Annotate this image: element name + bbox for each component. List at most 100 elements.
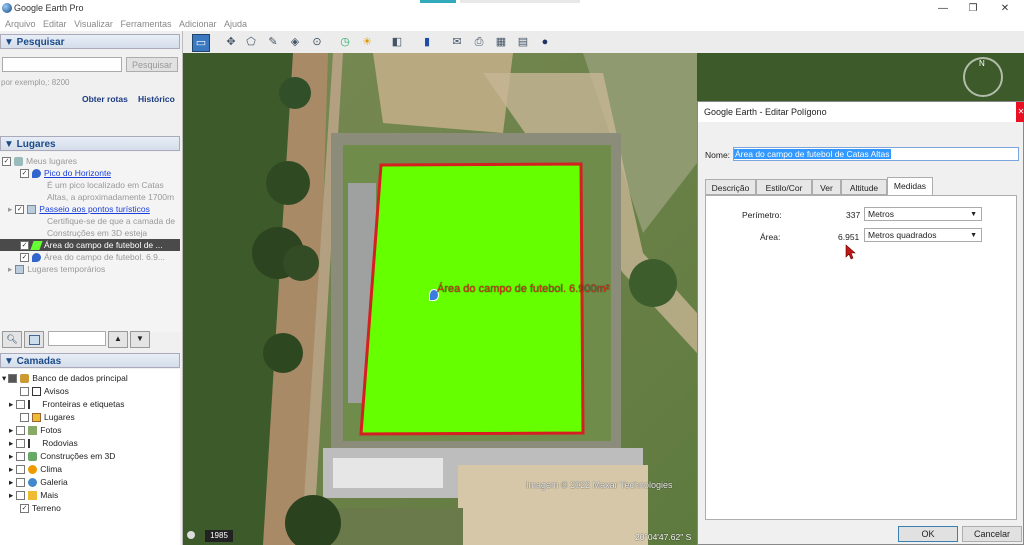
- dialog-title: Google Earth - Editar Polígono: [704, 107, 827, 117]
- tree-item[interactable]: ▸ ✓ Passeio aos pontos turísticos: [8, 203, 150, 215]
- add-placemark-icon[interactable]: ✥: [223, 34, 239, 50]
- map-view[interactable]: Área do campo de futebol. 6.900m² Imagem…: [183, 53, 697, 545]
- cancel-button[interactable]: Cancelar: [962, 526, 1022, 542]
- layer-item[interactable]: Lugares: [20, 411, 75, 423]
- places-filter-input[interactable]: [48, 331, 106, 346]
- checkbox[interactable]: [16, 491, 26, 501]
- save-image-icon[interactable]: ▦: [493, 34, 509, 50]
- map-view-strip[interactable]: N: [697, 53, 1024, 101]
- menu-ajuda[interactable]: Ajuda: [224, 17, 247, 31]
- name-field[interactable]: Área do campo de futebol de Catas Altas: [733, 147, 1019, 161]
- tab-ver[interactable]: Ver: [812, 179, 841, 195]
- expand-icon[interactable]: ▸: [9, 438, 13, 448]
- layer-item[interactable]: ▸ Rodovias: [9, 437, 78, 449]
- layer-item[interactable]: ▸ Clima: [9, 463, 62, 475]
- layer-item[interactable]: Avisos: [20, 385, 69, 397]
- coordinates-readout: 20°04'47.62" S: [635, 532, 692, 542]
- perimeter-unit-select[interactable]: Metros ▼: [864, 207, 982, 221]
- sidebar-toggle-icon[interactable]: ▭: [192, 34, 210, 52]
- history-clock-icon[interactable]: [187, 531, 195, 539]
- earth-globe-icon[interactable]: ●: [537, 34, 553, 50]
- search-places-button[interactable]: 🔍︎: [2, 331, 22, 348]
- panel-toggle-button[interactable]: [24, 331, 44, 348]
- checkbox[interactable]: [16, 452, 26, 462]
- historical-imagery-icon[interactable]: ◷: [337, 34, 353, 50]
- layer-item[interactable]: ▾ Banco de dados principal: [2, 372, 128, 384]
- sunlight-icon[interactable]: ☀: [359, 34, 375, 50]
- layer-item[interactable]: ✓ Terreno: [20, 502, 61, 514]
- expand-icon[interactable]: ▸: [9, 451, 13, 461]
- email-icon[interactable]: ✉: [449, 34, 465, 50]
- add-path-icon[interactable]: ✎: [265, 34, 281, 50]
- ok-button[interactable]: OK: [898, 526, 958, 542]
- checkbox[interactable]: ✓: [20, 241, 29, 251]
- layer-item[interactable]: ▸ Fotos: [9, 424, 62, 436]
- expand-icon[interactable]: ▸: [9, 477, 13, 487]
- view-maps-icon[interactable]: ▤: [515, 34, 531, 50]
- expand-icon[interactable]: ▸: [9, 464, 13, 474]
- tab-descricao[interactable]: Descrição: [705, 179, 756, 195]
- tree-item-selected[interactable]: ✓ Área do campo de futebol de ...: [0, 239, 180, 251]
- layers-header[interactable]: ▼ Camadas: [0, 353, 180, 368]
- get-routes-link[interactable]: Obter rotas: [82, 94, 128, 104]
- tab-estilo-cor[interactable]: Estilo/Cor: [756, 179, 812, 195]
- compass-icon[interactable]: N: [963, 57, 1003, 97]
- checkbox[interactable]: ✓: [20, 253, 29, 263]
- history-link[interactable]: Histórico: [138, 94, 175, 104]
- layer-item[interactable]: ▸ Mais: [9, 489, 58, 501]
- move-up-button[interactable]: ▲: [108, 331, 128, 348]
- menu-bar: Arquivo Editar Visualizar Ferramentas Ad…: [0, 17, 1024, 31]
- add-polygon-icon[interactable]: ⬠: [243, 34, 259, 50]
- minimize-button[interactable]: —: [928, 0, 958, 17]
- expand-icon[interactable]: ▸: [9, 490, 13, 500]
- area-unit-select[interactable]: Metros quadrados ▼: [864, 228, 982, 242]
- maximize-button[interactable]: ❐: [958, 0, 988, 17]
- tree-item[interactable]: ✓ Meus lugares: [2, 155, 77, 167]
- menu-visualizar[interactable]: Visualizar: [74, 17, 113, 31]
- checkbox[interactable]: [16, 439, 26, 449]
- layer-item[interactable]: ▸ Construções em 3D: [9, 450, 115, 462]
- checkbox[interactable]: ✓: [20, 169, 29, 179]
- print-icon[interactable]: ⎙: [471, 34, 487, 50]
- search-input[interactable]: [2, 57, 122, 72]
- add-image-overlay-icon[interactable]: ◈: [287, 34, 303, 50]
- tree-description: Altas, a aproximadamente 1700m: [47, 192, 175, 202]
- checkbox[interactable]: ✓: [2, 157, 11, 167]
- expand-icon[interactable]: ▸: [8, 204, 12, 214]
- tree-item[interactable]: ✓ Área do campo de futebol. 6.9...: [20, 251, 165, 263]
- expand-icon[interactable]: ▸: [8, 264, 12, 274]
- dialog-close-button[interactable]: ✕: [1016, 102, 1024, 122]
- checkbox[interactable]: ✓: [15, 205, 25, 215]
- layer-item[interactable]: ▸ Fronteiras e etiquetas: [9, 398, 125, 410]
- move-down-button[interactable]: ▼: [130, 331, 150, 348]
- search-header[interactable]: ▼ Pesquisar: [0, 34, 180, 49]
- checkbox[interactable]: ✓: [20, 504, 29, 514]
- record-tour-icon[interactable]: ⊙: [309, 34, 325, 50]
- menu-editar[interactable]: Editar: [43, 17, 67, 31]
- ruler-icon[interactable]: ▮: [419, 34, 435, 50]
- close-button[interactable]: ✕: [990, 0, 1020, 17]
- checkbox[interactable]: [8, 374, 18, 384]
- tree-item[interactable]: ✓ Pico do Horizonte: [20, 167, 111, 179]
- menu-arquivo[interactable]: Arquivo: [5, 17, 36, 31]
- expand-icon[interactable]: ▾: [2, 373, 6, 383]
- menu-adicionar[interactable]: Adicionar: [179, 17, 217, 31]
- tab-medidas[interactable]: Medidas: [887, 177, 933, 195]
- map-placemark-label[interactable]: Área do campo de futebol. 6.900m²: [437, 283, 609, 295]
- checkbox[interactable]: [16, 400, 26, 410]
- checkbox[interactable]: [20, 413, 29, 423]
- checkbox[interactable]: [20, 387, 29, 397]
- switch-sky-icon[interactable]: ◧: [389, 34, 405, 50]
- checkbox[interactable]: [16, 478, 26, 488]
- checkbox[interactable]: [16, 465, 26, 475]
- layer-item[interactable]: ▸ Galeria: [9, 476, 68, 488]
- menu-ferramentas[interactable]: Ferramentas: [120, 17, 171, 31]
- tab-altitude[interactable]: Altitude: [841, 179, 887, 195]
- expand-icon[interactable]: ▸: [9, 399, 13, 409]
- expand-icon[interactable]: ▸: [9, 425, 13, 435]
- search-button[interactable]: Pesquisar: [126, 57, 178, 72]
- places-header[interactable]: ▼ Lugares: [0, 136, 180, 151]
- checkbox[interactable]: [16, 426, 26, 436]
- tree-item[interactable]: ▸ Lugares temporários: [8, 263, 105, 275]
- polygon-overlay[interactable]: [183, 53, 697, 545]
